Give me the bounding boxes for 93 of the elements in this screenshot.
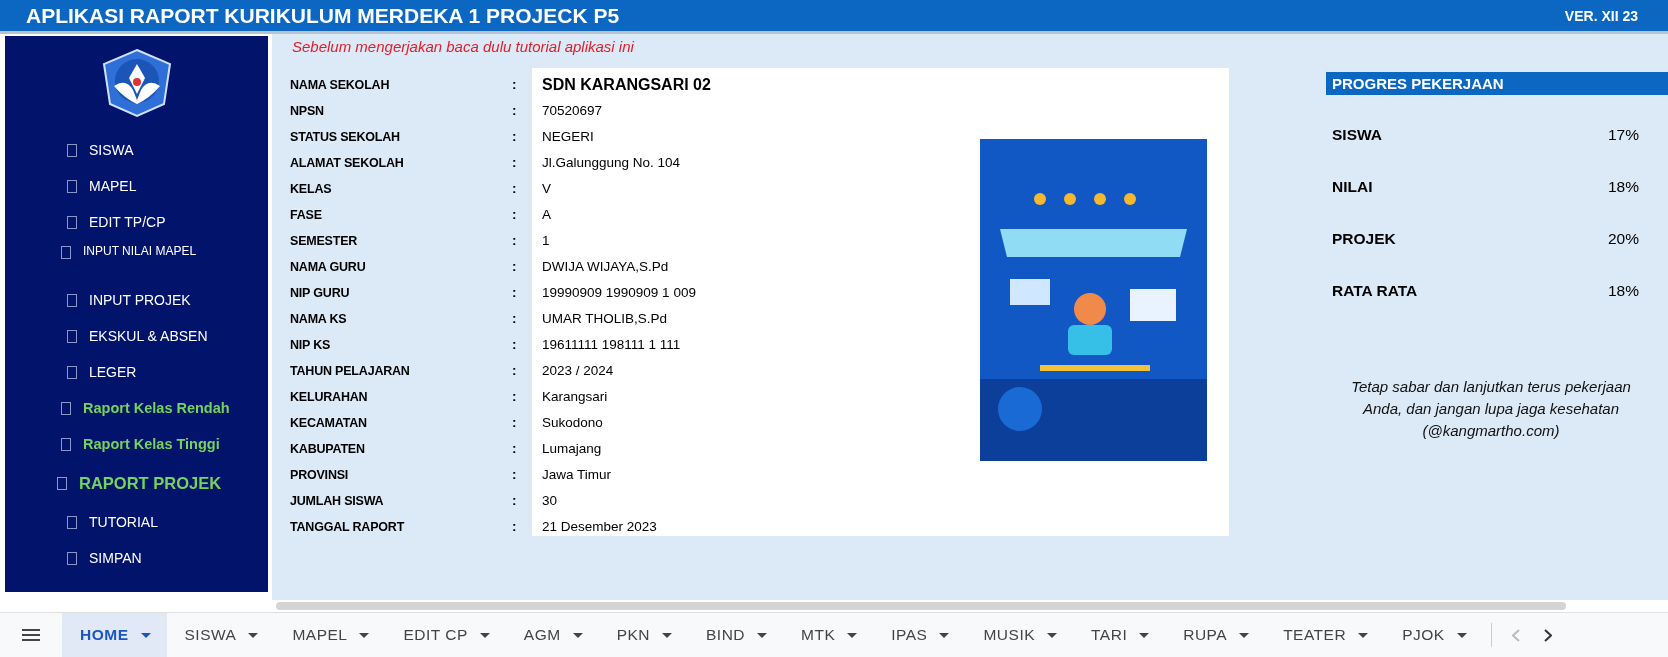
sheet-tab[interactable]: PJOK bbox=[1384, 613, 1483, 657]
colon-separator: : bbox=[512, 466, 518, 484]
sidebar-item[interactable]: Raport Kelas Tinggi bbox=[5, 426, 268, 462]
colon-separator: : bbox=[512, 76, 518, 94]
colon-separator: : bbox=[512, 102, 518, 120]
colon-separator: : bbox=[512, 440, 518, 458]
field-value: Karangsari bbox=[542, 388, 609, 406]
sheet-tab[interactable]: MAPEL bbox=[274, 613, 386, 657]
field-value: NEGERI bbox=[542, 128, 595, 146]
field-value: 21 Desember 2023 bbox=[542, 518, 658, 536]
field-value: 30 bbox=[542, 492, 559, 510]
progress-value: 18% bbox=[1607, 177, 1639, 197]
field-value: V bbox=[542, 180, 552, 198]
sheet-tab[interactable]: HOME bbox=[62, 613, 167, 657]
progress-label: NILAI bbox=[1332, 177, 1373, 197]
colon-separator: : bbox=[512, 258, 518, 276]
colon-separator: : bbox=[512, 388, 518, 406]
field-label: JUMLAH SISWA bbox=[290, 493, 385, 510]
sidebar-item[interactable]: Raport Kelas Rendah bbox=[5, 390, 268, 426]
panel-header: PROGRES PEKERJAAN bbox=[1326, 72, 1668, 95]
colon-separator: : bbox=[512, 232, 518, 250]
sidebar-item[interactable]: EDIT TP/CP bbox=[5, 204, 268, 240]
sidebar-item[interactable]: INPUT PROJEK bbox=[5, 282, 268, 318]
sidebar-item[interactable]: SISWA bbox=[5, 132, 268, 168]
sheet-tab[interactable]: IPAS bbox=[873, 613, 966, 657]
field-label: FASE bbox=[290, 207, 323, 224]
colon-separator: : bbox=[512, 518, 518, 536]
sidebar-item[interactable]: EKSKUL & ABSEN bbox=[5, 318, 268, 354]
field-value: 70520697 bbox=[542, 102, 604, 120]
sidebar-item[interactable]: LEGER bbox=[5, 354, 268, 390]
field-label: ALAMAT SEKOLAH bbox=[290, 155, 405, 172]
sidebar-item[interactable]: MAPEL bbox=[5, 168, 268, 204]
field-label: KELAS bbox=[290, 181, 333, 198]
field-value: Lumajang bbox=[542, 440, 603, 458]
colon-separator: : bbox=[512, 284, 518, 302]
field-label: STATUS SEKOLAH bbox=[290, 129, 401, 146]
progress-label: RATA RATA bbox=[1332, 281, 1418, 301]
field-label: KELURAHAN bbox=[290, 389, 369, 406]
colon-separator: : bbox=[512, 362, 518, 380]
sheet-tab[interactable]: RUPA bbox=[1165, 613, 1266, 657]
sidebar-item[interactable]: INPUT NILAI MAPEL bbox=[5, 240, 268, 282]
sidebar-item[interactable]: RAPORT PROJEK bbox=[5, 462, 268, 504]
sheet-tab[interactable]: MUSIK bbox=[965, 613, 1074, 657]
notice-text: Sebelum mengerjakan baca dulu tutorial aplikasi ini bbox=[291, 37, 635, 57]
field-label: KECAMATAN bbox=[290, 415, 368, 432]
sheet-tab[interactable]: AGM bbox=[505, 613, 599, 657]
sidebar-item[interactable]: SIMPAN bbox=[5, 540, 268, 576]
field-label: NIP GURU bbox=[290, 285, 351, 302]
sheet-tab[interactable]: EDIT CP bbox=[385, 613, 506, 657]
field-label: NAMA SEKOLAH bbox=[290, 77, 391, 94]
colon-separator: : bbox=[512, 180, 518, 198]
sheet-tab[interactable]: MTK bbox=[783, 613, 874, 657]
app-title: APLIKASI RAPORT KURIKULUM MERDEKA 1 PROJECK P5 bbox=[26, 3, 620, 28]
field-value: 19990909 1990909 1 009 bbox=[542, 284, 697, 302]
field-value: 1 bbox=[542, 232, 551, 250]
sheet-tab[interactable]: TEATER bbox=[1265, 613, 1385, 657]
field-value: 19611111 198111 1 111 bbox=[542, 336, 682, 354]
motivation-text: Tetap sabar dan lanjutkan terus pekerjaan Anda, dan jangan lupa jaga kesehatan (@kangmartho.com) bbox=[1350, 377, 1632, 441]
sidebar-item[interactable]: TUTORIAL bbox=[5, 504, 268, 540]
field-value: SDN KARANGSARI 02 bbox=[542, 75, 711, 95]
progress-label: SISWA bbox=[1332, 125, 1382, 145]
field-value: Jl.Galunggung No. 104 bbox=[542, 154, 682, 172]
field-value: DWIJA WIJAYA,S.Pd bbox=[542, 258, 670, 276]
colon-separator: : bbox=[512, 206, 518, 224]
field-value: Sukodono bbox=[542, 414, 604, 432]
progress-value: 17% bbox=[1607, 125, 1639, 145]
field-label: TANGGAL RAPORT bbox=[290, 519, 406, 536]
sheet-tab[interactable]: SISWA bbox=[166, 613, 275, 657]
field-value: A bbox=[542, 206, 552, 224]
field-value: 2023 / 2024 bbox=[542, 362, 615, 380]
colon-separator: : bbox=[512, 336, 518, 354]
version-label: VER. XII 23 bbox=[1564, 7, 1638, 24]
field-label: SEMESTER bbox=[290, 233, 359, 250]
progress-label: PROJEK bbox=[1332, 229, 1396, 249]
colon-separator: : bbox=[512, 154, 518, 172]
field-label: TAHUN PELAJARAN bbox=[290, 363, 411, 380]
colon-separator: : bbox=[512, 128, 518, 146]
sheet-tab[interactable]: BIND bbox=[688, 613, 784, 657]
colon-separator: : bbox=[512, 414, 518, 432]
field-label: NAMA KS bbox=[290, 311, 348, 328]
colon-separator: : bbox=[512, 310, 518, 328]
field-value: Jawa Timur bbox=[542, 466, 613, 484]
sheet-tab[interactable]: PKN bbox=[598, 613, 688, 657]
field-value: UMAR THOLIB,S.Pd bbox=[542, 310, 669, 328]
field-label: KABUPATEN bbox=[290, 441, 366, 458]
field-label: PROVINSI bbox=[290, 467, 350, 484]
sheet-tab[interactable]: TARI bbox=[1073, 613, 1166, 657]
field-label: NAMA GURU bbox=[290, 259, 367, 276]
colon-separator: : bbox=[512, 492, 518, 510]
field-label: NIP KS bbox=[290, 337, 332, 354]
progress-value: 18% bbox=[1607, 281, 1639, 301]
field-label: NPSN bbox=[290, 103, 325, 120]
progress-value: 20% bbox=[1607, 229, 1639, 249]
